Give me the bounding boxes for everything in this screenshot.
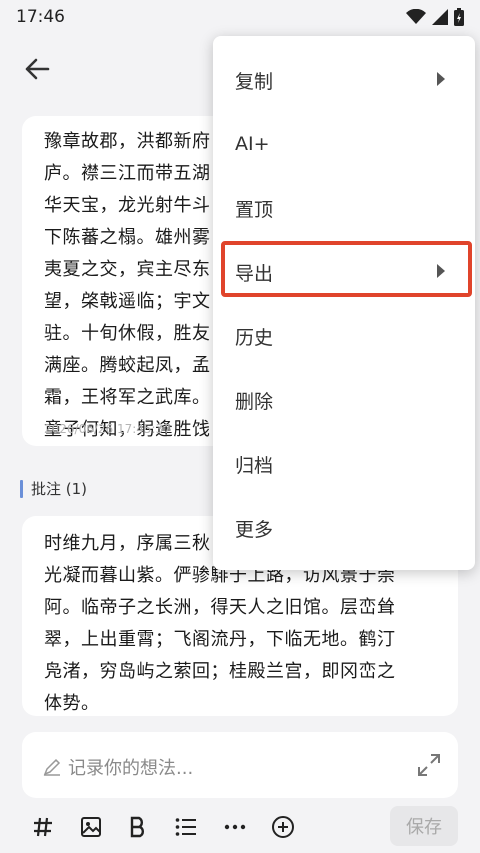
ellipsis-icon	[224, 824, 246, 830]
add-button[interactable]	[268, 812, 298, 842]
menu-item-label: 归档	[235, 454, 274, 477]
context-menu: 复制 AI+ 置顶 导出 历史 删除 归档 更多	[213, 36, 475, 570]
submenu-arrow-icon	[437, 264, 445, 278]
hashtag-button[interactable]	[28, 812, 58, 842]
image-icon	[81, 817, 101, 837]
menu-item-label: 导出	[235, 262, 274, 285]
hashtag-icon	[34, 817, 52, 837]
image-button[interactable]	[76, 812, 106, 842]
menu-item-label: 历史	[235, 326, 274, 349]
note-timestamp: 2026/06/26 17:45:37	[44, 422, 171, 436]
menu-item-label: 删除	[235, 390, 274, 413]
wifi-icon	[406, 9, 426, 24]
save-button[interactable]: 保存	[390, 806, 458, 846]
menu-item-archive[interactable]: 归档	[213, 432, 475, 496]
menu-item-ai[interactable]: AI+	[213, 112, 475, 176]
bold-button[interactable]	[123, 812, 153, 842]
menu-item-label: 置顶	[235, 198, 274, 221]
annotation-accent-bar	[20, 479, 23, 498]
menu-item-delete[interactable]: 删除	[213, 368, 475, 432]
menu-item-more[interactable]: 更多	[213, 496, 475, 560]
arrow-left-icon	[25, 58, 50, 80]
list-icon	[175, 818, 196, 836]
more-tools-button[interactable]	[220, 812, 250, 842]
expand-button[interactable]	[416, 752, 442, 778]
input-placeholder: 记录你的想法...	[68, 758, 194, 779]
menu-item-export[interactable]: 导出	[213, 240, 475, 304]
menu-item-label: 更多	[235, 518, 274, 541]
menu-item-copy[interactable]: 复制	[213, 48, 475, 112]
input-placeholder-wrap: 记录你的想法...	[42, 754, 193, 780]
annotation-header[interactable]: 批注 (1)	[20, 478, 87, 499]
pen-icon	[43, 758, 61, 776]
note-input[interactable]: 记录你的想法...	[22, 732, 458, 798]
status-bar: 17:46	[0, 0, 480, 34]
status-icons	[406, 8, 464, 26]
menu-item-pin[interactable]: 置顶	[213, 176, 475, 240]
annotation-label: 批注 (1)	[31, 480, 88, 498]
list-button[interactable]	[171, 812, 201, 842]
menu-item-label: AI+	[235, 133, 270, 155]
expand-icon	[418, 754, 440, 776]
plus-circle-icon	[272, 816, 294, 838]
back-button[interactable]	[20, 54, 54, 84]
status-time: 17:46	[16, 7, 65, 27]
menu-item-history[interactable]: 历史	[213, 304, 475, 368]
submenu-arrow-icon	[437, 72, 445, 86]
menu-item-label: 复制	[235, 70, 274, 93]
bold-icon	[130, 816, 144, 838]
signal-icon	[432, 9, 448, 25]
battery-icon	[454, 8, 464, 26]
